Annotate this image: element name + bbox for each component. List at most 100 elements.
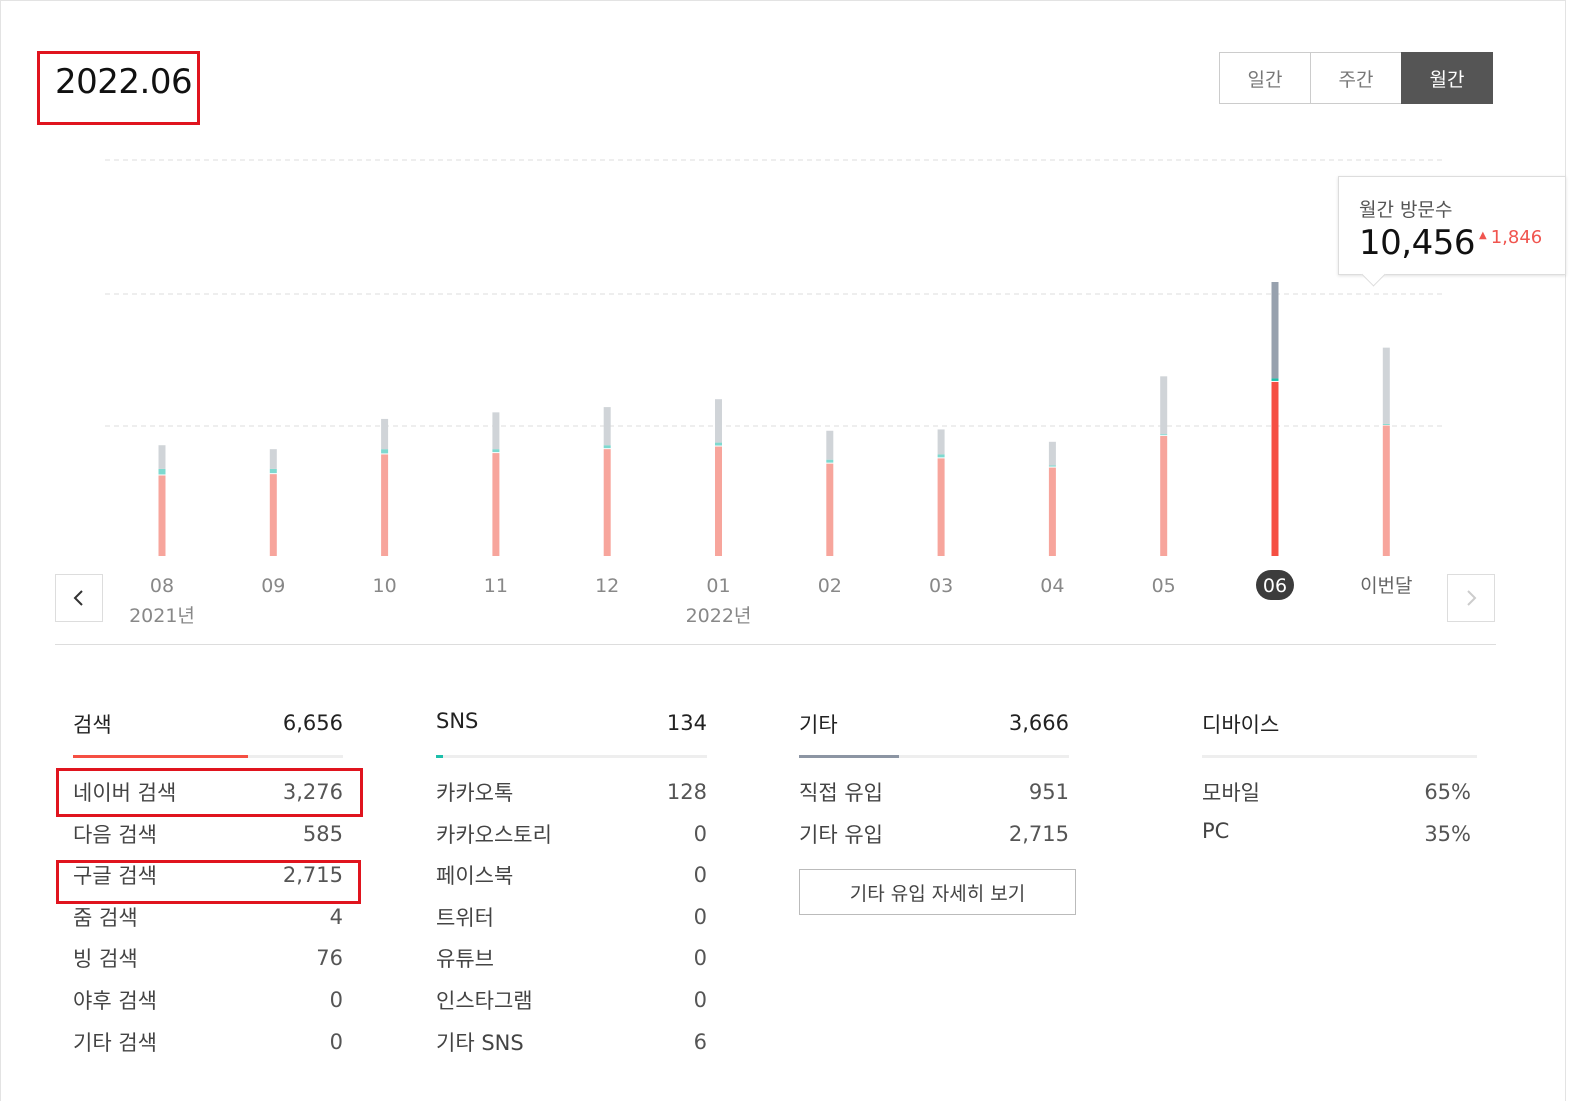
bar-검색-11[interactable]: [492, 453, 500, 556]
row-value: 0: [693, 904, 707, 929]
row-value: 0: [329, 1029, 343, 1054]
x-tick-label[interactable]: 06: [1263, 575, 1287, 597]
tooltip-delta: ▲ 1,846: [1479, 227, 1542, 248]
x-tick-label[interactable]: 02: [818, 575, 842, 597]
bar-SNS-03[interactable]: [937, 454, 945, 458]
sns-share-bar: [436, 755, 707, 758]
row-value: 35%: [1424, 821, 1471, 846]
x-tick-label[interactable]: 이번달: [1360, 575, 1412, 597]
bar-검색-01[interactable]: [715, 446, 722, 556]
bar-검색-12[interactable]: [603, 449, 611, 556]
bar-검색-08[interactable]: [158, 475, 166, 556]
search-share-bar: [73, 755, 343, 758]
bar-기타-08[interactable]: [158, 445, 166, 469]
bar-SNS-06[interactable]: [1271, 378, 1279, 381]
row-label: 카카오톡: [436, 781, 514, 805]
list-item-bing: 빙 검색 76: [55, 937, 343, 979]
bar-검색-04[interactable]: [1048, 467, 1056, 556]
chevron-left-icon: [73, 590, 83, 606]
bar-기타-03[interactable]: [937, 429, 945, 455]
bar-SNS-09[interactable]: [269, 468, 277, 474]
bar-검색-05[interactable]: [1160, 436, 1168, 556]
other-share-fill: [799, 755, 899, 758]
row-label: 트위터: [436, 905, 494, 930]
row-label: 기타 검색: [73, 1030, 157, 1055]
other-detail-button[interactable]: 기타 유입 자세히 보기: [799, 869, 1076, 915]
other-column: 기타 3,666 직접 유입 951 기타 유입 2,715: [781, 705, 1069, 847]
bar-SNS-04[interactable]: [1048, 465, 1056, 467]
bar-기타-12[interactable]: [603, 407, 611, 446]
row-value: 0: [693, 821, 707, 846]
sns-list: 카카오톡 128 카카오스토리 0 페이스북 0 트위터 0 유튜브 0 인스타그램 0 기…: [418, 771, 707, 1062]
visits-bar-chart: 08 09 10 11 12 01 02 03 04 05 06 이번달 2021년 2022년: [105, 159, 1443, 627]
bar-검색-06[interactable]: [1271, 381, 1279, 556]
row-label: 유튜브: [436, 947, 494, 972]
x-tick-label[interactable]: 09: [261, 575, 285, 597]
row-label: 페이스북: [436, 864, 514, 889]
row-value: 128: [666, 780, 707, 804]
bar-검색-10[interactable]: [381, 454, 389, 556]
list-item-daum: 다음 검색 585: [55, 813, 343, 855]
bar-SNS-08[interactable]: [158, 468, 166, 475]
row-value: 0: [693, 987, 707, 1012]
device-list: 모바일 65% PC 35%: [1184, 771, 1471, 854]
bar-SNS-11[interactable]: [492, 449, 500, 453]
row-label: 야후 검색: [73, 988, 157, 1013]
row-value: 4: [329, 904, 343, 929]
row-label: 기타 SNS: [436, 1030, 524, 1055]
bar-검색-03[interactable]: [937, 458, 945, 556]
bar-기타-06[interactable]: [1271, 282, 1279, 379]
other-header: 기타 3,666: [781, 705, 1069, 758]
bar-기타-이번달[interactable]: [1382, 347, 1390, 424]
x-tick-label[interactable]: 04: [1040, 575, 1064, 597]
bar-검색-02[interactable]: [826, 463, 834, 556]
highlight-box-naver: [56, 768, 363, 817]
sns-header: SNS 134: [418, 705, 707, 758]
bar-기타-05[interactable]: [1160, 376, 1168, 435]
list-item-kakaotalk: 카카오톡 128: [418, 771, 707, 813]
bar-기타-11[interactable]: [492, 412, 500, 450]
bar-기타-10[interactable]: [381, 418, 389, 450]
bar-SNS-02[interactable]: [826, 459, 834, 463]
next-button[interactable]: [1447, 574, 1495, 622]
row-label: 모바일: [1202, 781, 1260, 805]
x-tick-label[interactable]: 01: [706, 575, 730, 597]
prev-button[interactable]: [55, 574, 103, 622]
year-label: 2022년: [686, 605, 752, 627]
year-label: 2021년: [129, 605, 195, 627]
x-tick-label[interactable]: 10: [373, 575, 397, 597]
chevron-right-icon: [1467, 590, 1477, 606]
list-item-etc-inflow: 기타 유입 2,715: [781, 813, 1069, 855]
bar-SNS-01[interactable]: [715, 442, 722, 446]
search-column: 검색 6,656 네이버 검색 3,276 다음 검색 585 구글 검색 2,715…: [55, 705, 343, 1055]
search-header: 검색 6,656: [55, 705, 343, 758]
x-tick-label[interactable]: 12: [595, 575, 619, 597]
list-item-pc: PC 35%: [1184, 813, 1471, 855]
row-value: 585: [302, 821, 343, 846]
list-item-youtube: 유튜브 0: [418, 937, 707, 979]
x-tick-label[interactable]: 03: [929, 575, 953, 597]
row-label: 인스타그램: [436, 988, 533, 1013]
bar-기타-02[interactable]: [826, 430, 834, 460]
list-item-kakaostory: 카카오스토리 0: [418, 813, 707, 855]
x-tick-label[interactable]: 05: [1152, 575, 1176, 597]
other-total: 3,666: [1008, 711, 1069, 735]
bar-기타-01[interactable]: [715, 399, 722, 443]
bar-기타-09[interactable]: [269, 449, 277, 469]
row-value: 0: [329, 987, 343, 1012]
sns-column: SNS 134 카카오톡 128 카카오스토리 0 페이스북 0 트위터 0 유튜브 0 …: [418, 705, 707, 1055]
bar-검색-09[interactable]: [269, 474, 277, 556]
bar-SNS-이번달[interactable]: [1382, 423, 1390, 425]
bar-SNS-10[interactable]: [381, 449, 389, 454]
bar-SNS-05[interactable]: [1160, 434, 1168, 436]
x-tick-label[interactable]: 11: [484, 575, 508, 597]
device-divider: [1202, 755, 1477, 758]
bar-검색-이번달[interactable]: [1382, 425, 1390, 556]
bar-기타-04[interactable]: [1048, 441, 1056, 466]
row-value: 951: [1028, 780, 1069, 804]
x-tick-label[interactable]: 08: [150, 575, 174, 597]
bar-SNS-12[interactable]: [603, 445, 611, 449]
list-item-yahoo: 야후 검색 0: [55, 979, 343, 1021]
tooltip-delta-value: 1,846: [1490, 227, 1543, 248]
row-label: 직접 유입: [799, 781, 883, 805]
